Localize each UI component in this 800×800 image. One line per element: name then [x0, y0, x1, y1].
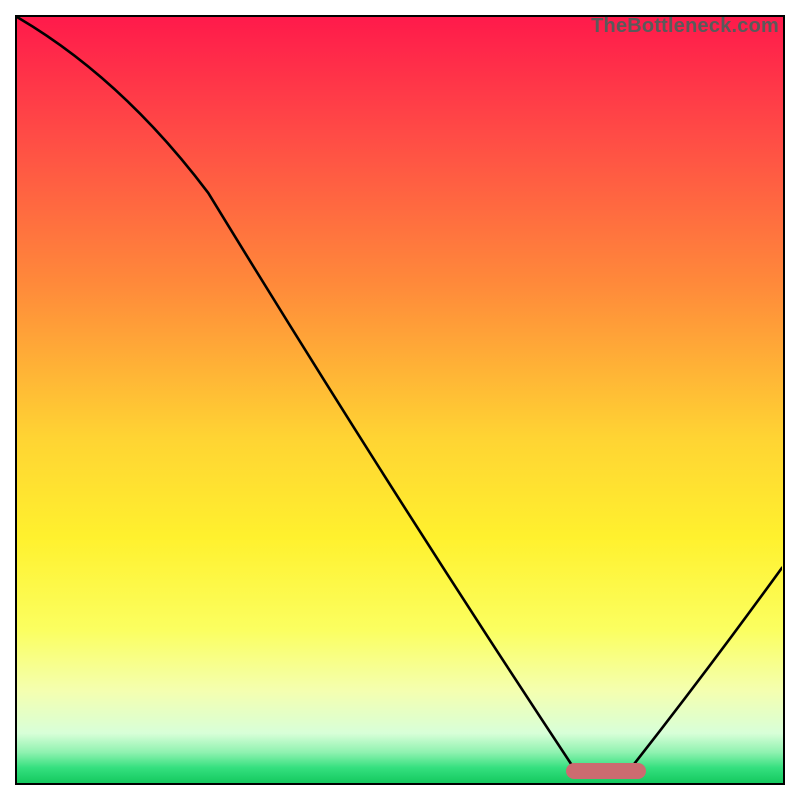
bottleneck-curve [17, 17, 782, 782]
chart-frame: TheBottleneck.com [15, 15, 785, 785]
optimal-range-marker [566, 763, 647, 779]
